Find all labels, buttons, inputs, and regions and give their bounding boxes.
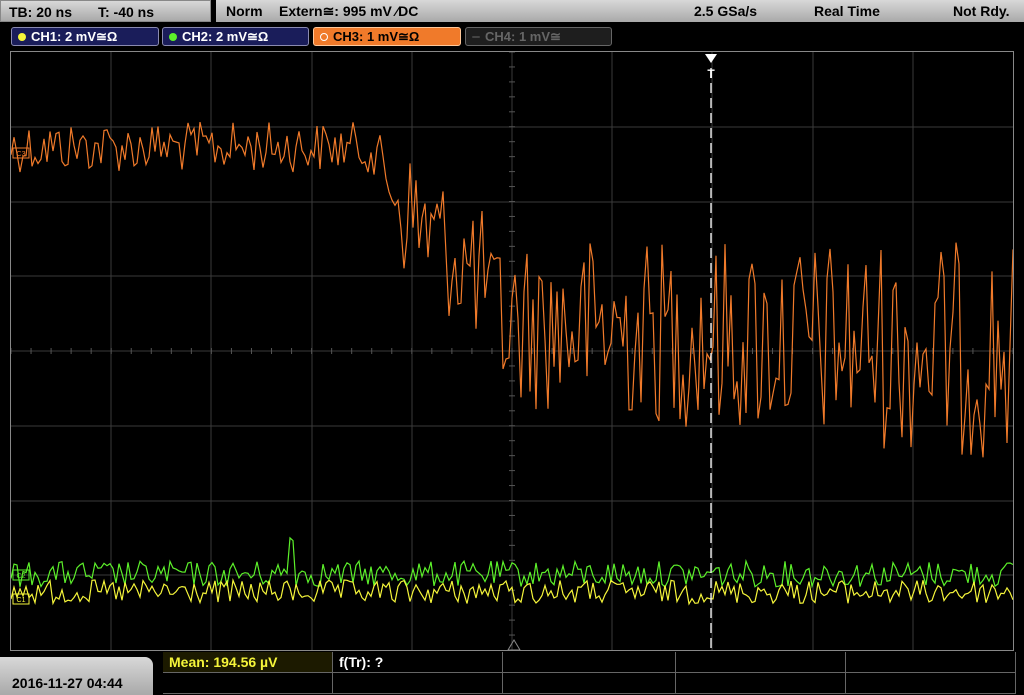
channel-1-tab[interactable]: CH1: 2 mV≅Ω bbox=[11, 27, 159, 46]
ready-state: Not Rdy. bbox=[953, 3, 1010, 19]
rise-time-measurement: f(Tr): ? bbox=[339, 654, 384, 670]
waveform-display[interactable]: T C3 C2 C1 bbox=[10, 51, 1014, 651]
channel-4-indicator-icon bbox=[472, 35, 480, 38]
channel-bar: CH1: 2 mV≅Ω CH2: 2 mV≅Ω CH3: 1 mV≅Ω CH4:… bbox=[0, 24, 1024, 49]
channel-2-indicator-icon bbox=[169, 32, 177, 41]
channel-3-ground-label: C3 bbox=[17, 151, 26, 158]
top-status-bar: TB: 20 ns T: -40 ns Norm Extern≅: 995 mV… bbox=[0, 0, 1024, 24]
mean-measurement: Mean: 194.56 µV bbox=[169, 654, 278, 670]
acquisition-mode: Real Time bbox=[814, 3, 880, 19]
trigger-source: Extern≅: 995 mV ⁄DC bbox=[279, 3, 419, 19]
measurement-cell-8[interactable] bbox=[503, 673, 676, 694]
graticule bbox=[11, 52, 1013, 650]
channel-2-ground-label: C2 bbox=[17, 573, 26, 580]
waveform-canvas: T C3 C2 C1 bbox=[11, 52, 1013, 650]
channel-1-label: CH1: 2 mV≅Ω bbox=[31, 28, 118, 44]
timebase-box[interactable]: TB: 20 ns T: -40 ns bbox=[0, 0, 211, 22]
timebase-label: TB: 20 ns bbox=[9, 4, 73, 20]
measurement-cell-3[interactable] bbox=[503, 652, 676, 673]
measurement-cell-9[interactable] bbox=[676, 673, 846, 694]
center-marker-icon bbox=[507, 639, 521, 650]
measurement-footer: 2016-11-27 04:44 Mean: 194.56 µV f(Tr): … bbox=[0, 652, 1024, 695]
measurement-cell-6[interactable] bbox=[163, 673, 333, 694]
channel-4-label: CH4: 1 mV≅ bbox=[485, 28, 561, 44]
channel-4-tab[interactable]: CH4: 1 mV≅ bbox=[465, 27, 612, 46]
measurement-cell-4[interactable] bbox=[676, 652, 846, 673]
measurement-cell-7[interactable] bbox=[333, 673, 503, 694]
trigger-time-label: T: -40 ns bbox=[98, 4, 155, 20]
channel-3-tab[interactable]: CH3: 1 mV≅Ω bbox=[313, 27, 461, 46]
acquisition-status[interactable]: Norm Extern≅: 995 mV ⁄DC 2.5 GSa/s Real … bbox=[216, 0, 1024, 22]
channel-2-label: CH2: 2 mV≅Ω bbox=[182, 28, 269, 44]
measurement-cell-10[interactable] bbox=[846, 673, 1016, 694]
trigger-marker-icon[interactable] bbox=[705, 54, 717, 63]
trigger-marker-label: T bbox=[707, 67, 715, 81]
trigger-mode: Norm bbox=[226, 3, 263, 19]
channel-2-tab[interactable]: CH2: 2 mV≅Ω bbox=[162, 27, 309, 46]
channel-1-ground-marker[interactable]: C1 bbox=[12, 593, 30, 605]
datetime-box: 2016-11-27 04:44 bbox=[0, 657, 153, 695]
channel-1-ground-label: C1 bbox=[17, 597, 26, 604]
channel-3-label: CH3: 1 mV≅Ω bbox=[333, 28, 420, 44]
channel-1-indicator-icon bbox=[18, 32, 26, 41]
measurement-cell-5[interactable] bbox=[846, 652, 1016, 673]
measurement-table[interactable]: Mean: 194.56 µV f(Tr): ? bbox=[163, 652, 1024, 695]
datetime-label: 2016-11-27 04:44 bbox=[12, 675, 123, 691]
sample-rate: 2.5 GSa/s bbox=[694, 3, 758, 19]
channel-3-indicator-icon bbox=[320, 32, 328, 41]
